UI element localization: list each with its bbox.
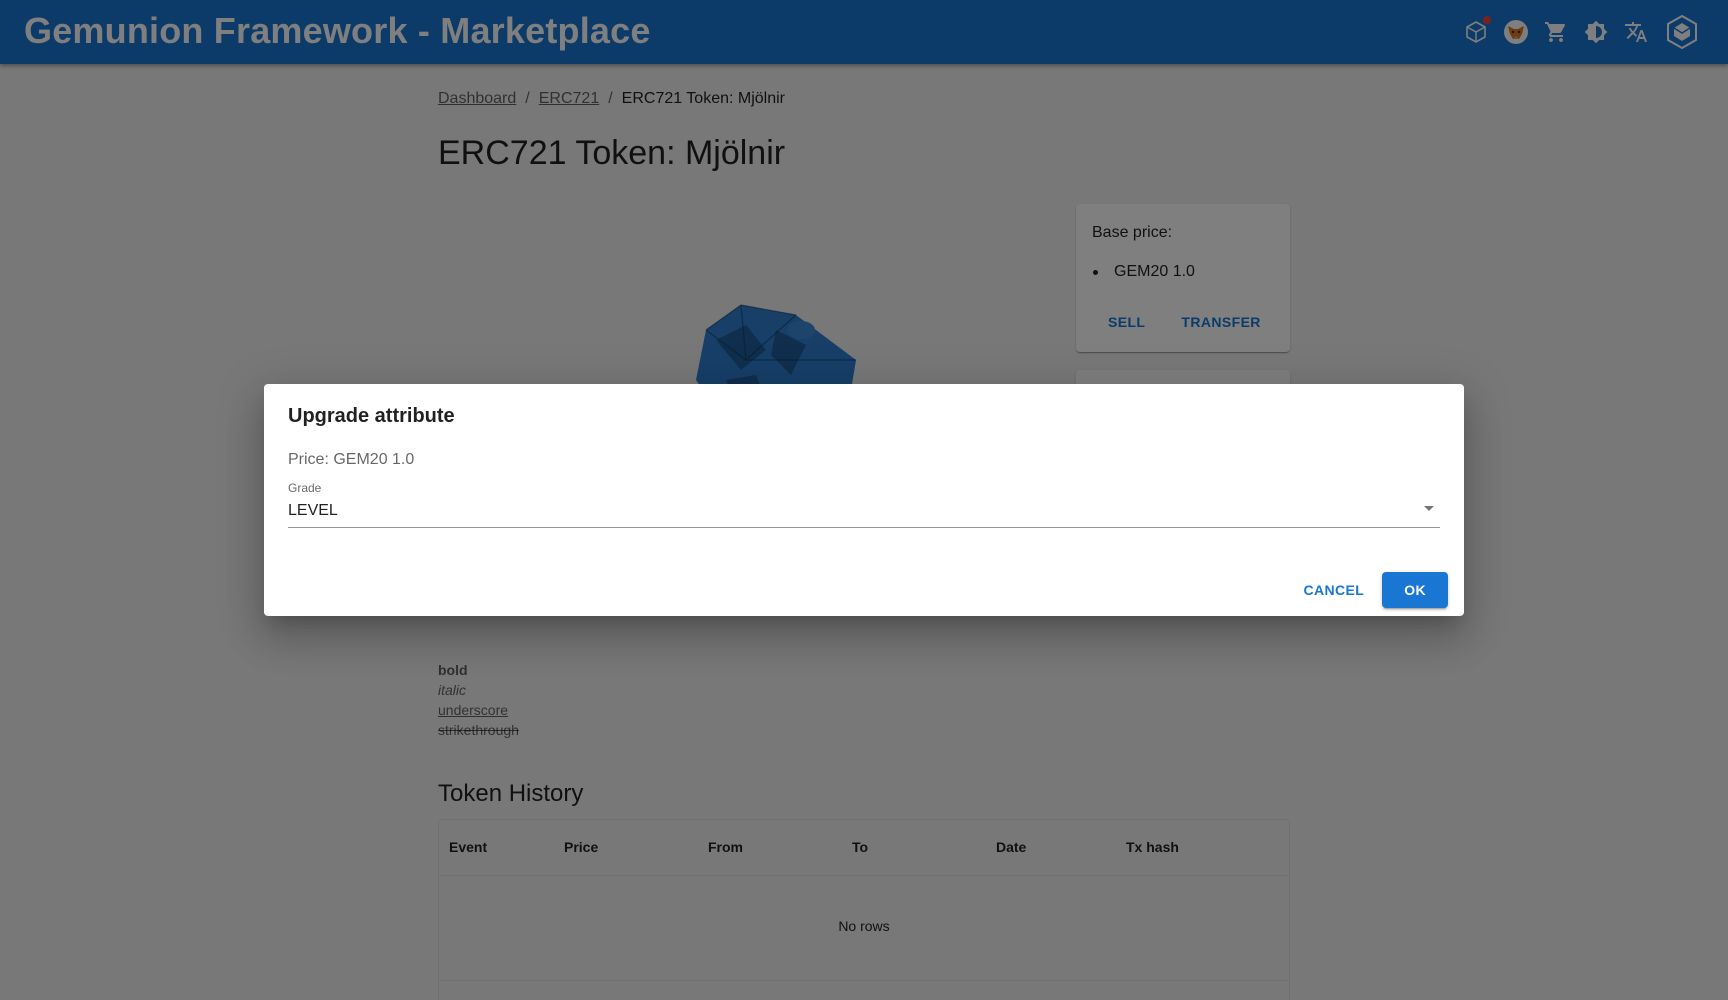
dialog-actions: CANCEL OK [1293, 572, 1448, 608]
dropdown-arrow-icon [1424, 506, 1434, 511]
ok-button[interactable]: OK [1382, 572, 1448, 608]
cancel-button[interactable]: CANCEL [1293, 572, 1374, 608]
grade-select-value: LEVEL [288, 502, 338, 519]
grade-select[interactable]: LEVEL [288, 496, 1440, 528]
dialog-title: Upgrade attribute [288, 405, 455, 427]
dialog-price: Price: GEM20 1.0 [288, 451, 415, 468]
upgrade-attribute-dialog: Upgrade attribute Price: GEM20 1.0 Grade… [264, 384, 1464, 616]
grade-select-label: Grade [288, 481, 322, 495]
